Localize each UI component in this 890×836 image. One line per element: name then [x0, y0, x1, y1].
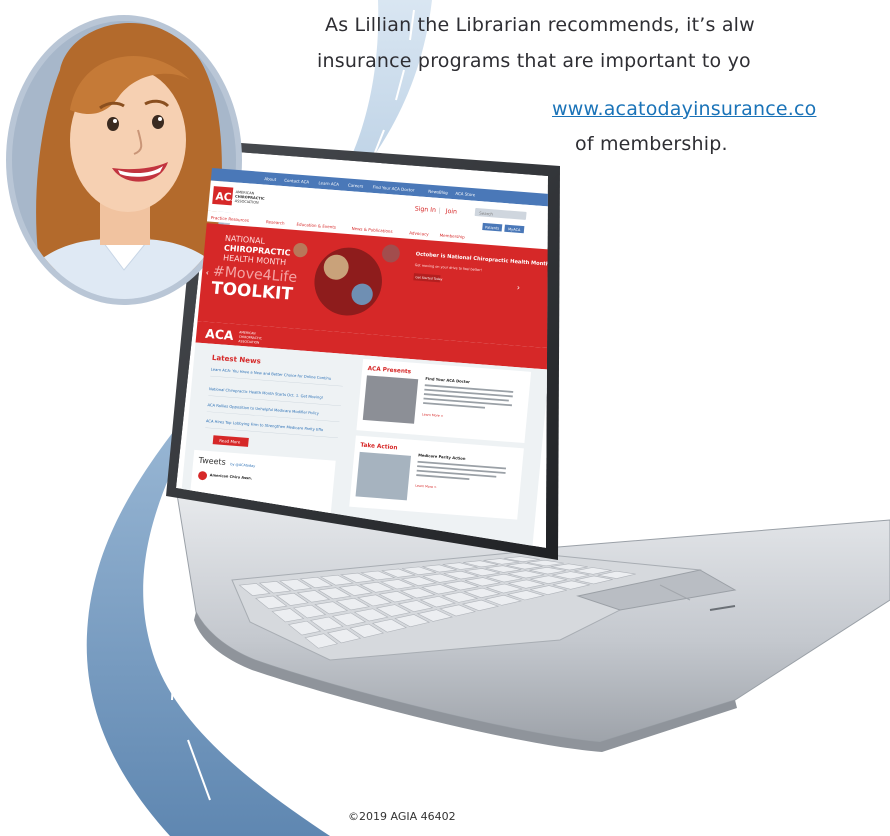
illustration — [6, 0, 890, 836]
copyright-footer: ©2019 AGIA 46402 — [348, 810, 456, 823]
intro-line-1: As Lillian the Librarian recommends, it’… — [325, 14, 755, 36]
intro-line-3: of membership. — [575, 133, 728, 155]
page: About Contact ACA Learn ACA Careers Find You… — [0, 0, 890, 836]
lillian-avatar — [6, 15, 242, 305]
intro-line-2: insurance programs that are important to… — [317, 50, 751, 72]
insurance-website-link[interactable]: www.acatodayinsurance.co — [552, 98, 816, 120]
